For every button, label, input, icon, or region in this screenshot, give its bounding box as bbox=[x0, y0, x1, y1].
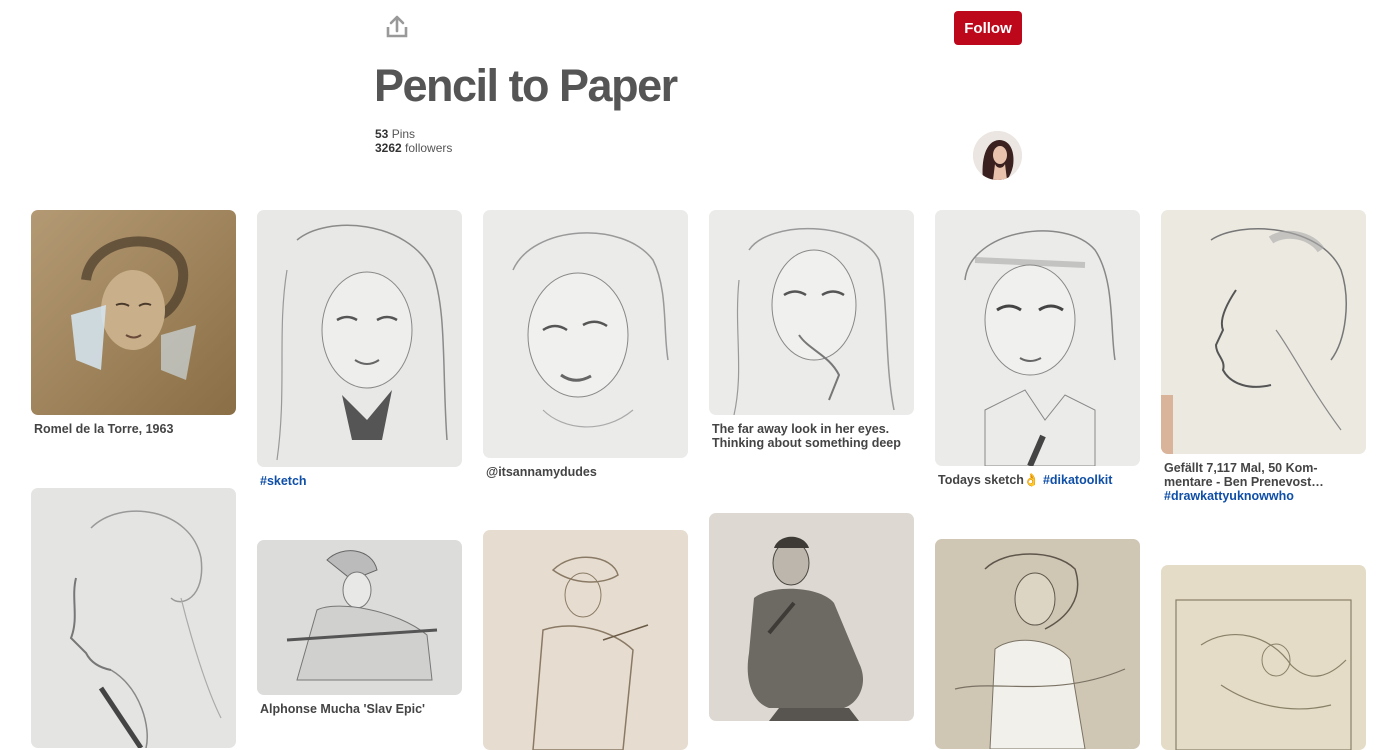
pin-card[interactable]: #sketch bbox=[257, 210, 462, 488]
followers-count[interactable]: 3262 followers bbox=[375, 141, 452, 155]
pin-card[interactable]: @itsannamydudes bbox=[483, 210, 688, 479]
pin-image[interactable] bbox=[709, 210, 914, 415]
follow-button[interactable]: Follow bbox=[954, 11, 1022, 45]
pin-image[interactable] bbox=[709, 513, 914, 721]
pin-card[interactable] bbox=[31, 488, 236, 748]
avatar[interactable] bbox=[973, 131, 1022, 180]
pin-image[interactable] bbox=[257, 210, 462, 467]
pin-image[interactable] bbox=[1161, 565, 1366, 750]
pin-card[interactable]: The far away look in her eyes. Thinking … bbox=[709, 210, 914, 450]
hashtag-link[interactable]: #drawkattyuknowwho bbox=[1164, 489, 1294, 503]
pin-image[interactable] bbox=[483, 530, 688, 750]
board-stats: 53 Pins 3262 followers bbox=[375, 127, 452, 155]
pin-card[interactable]: Todays sketch👌 #dikatoolkit bbox=[935, 210, 1140, 487]
pin-card[interactable] bbox=[1161, 565, 1366, 750]
pin-image[interactable] bbox=[1161, 210, 1366, 454]
pin-caption: @itsannamydudes bbox=[486, 465, 597, 479]
pin-caption: Gefällt 7,117 Mal, 50 Kom-mentare - Ben … bbox=[1164, 461, 1324, 503]
pin-card[interactable] bbox=[709, 513, 914, 721]
pin-caption: Alphonse Mucha 'Slav Epic' bbox=[260, 702, 426, 716]
pin-caption: Romel de la Torre, 1963 bbox=[34, 422, 174, 436]
pin-image[interactable] bbox=[483, 210, 688, 458]
pin-image[interactable] bbox=[31, 210, 236, 415]
hashtag-link[interactable]: #sketch bbox=[260, 474, 307, 488]
pin-caption: The far away look in her eyes. Thinking … bbox=[712, 422, 901, 450]
pin-card[interactable]: Alphonse Mucha 'Slav Epic' bbox=[257, 540, 462, 716]
pin-caption: Todays sketch👌 #dikatoolkit bbox=[938, 473, 1113, 487]
pin-image[interactable] bbox=[935, 539, 1140, 749]
pins-count[interactable]: 53 Pins bbox=[375, 127, 452, 141]
pin-caption: #sketch bbox=[257, 467, 462, 488]
pin-image[interactable] bbox=[935, 210, 1140, 466]
pin-card[interactable] bbox=[935, 539, 1140, 749]
pin-image[interactable] bbox=[31, 488, 236, 748]
pin-card[interactable] bbox=[483, 530, 688, 750]
board-title: Pencil to Paper bbox=[374, 60, 678, 111]
pin-image[interactable] bbox=[257, 540, 462, 695]
share-icon[interactable] bbox=[384, 14, 410, 40]
pin-card[interactable]: Romel de la Torre, 1963 bbox=[31, 210, 236, 436]
pin-card[interactable]: Gefällt 7,117 Mal, 50 Kom-mentare - Ben … bbox=[1161, 210, 1366, 503]
hashtag-link[interactable]: #dikatoolkit bbox=[1043, 473, 1112, 487]
